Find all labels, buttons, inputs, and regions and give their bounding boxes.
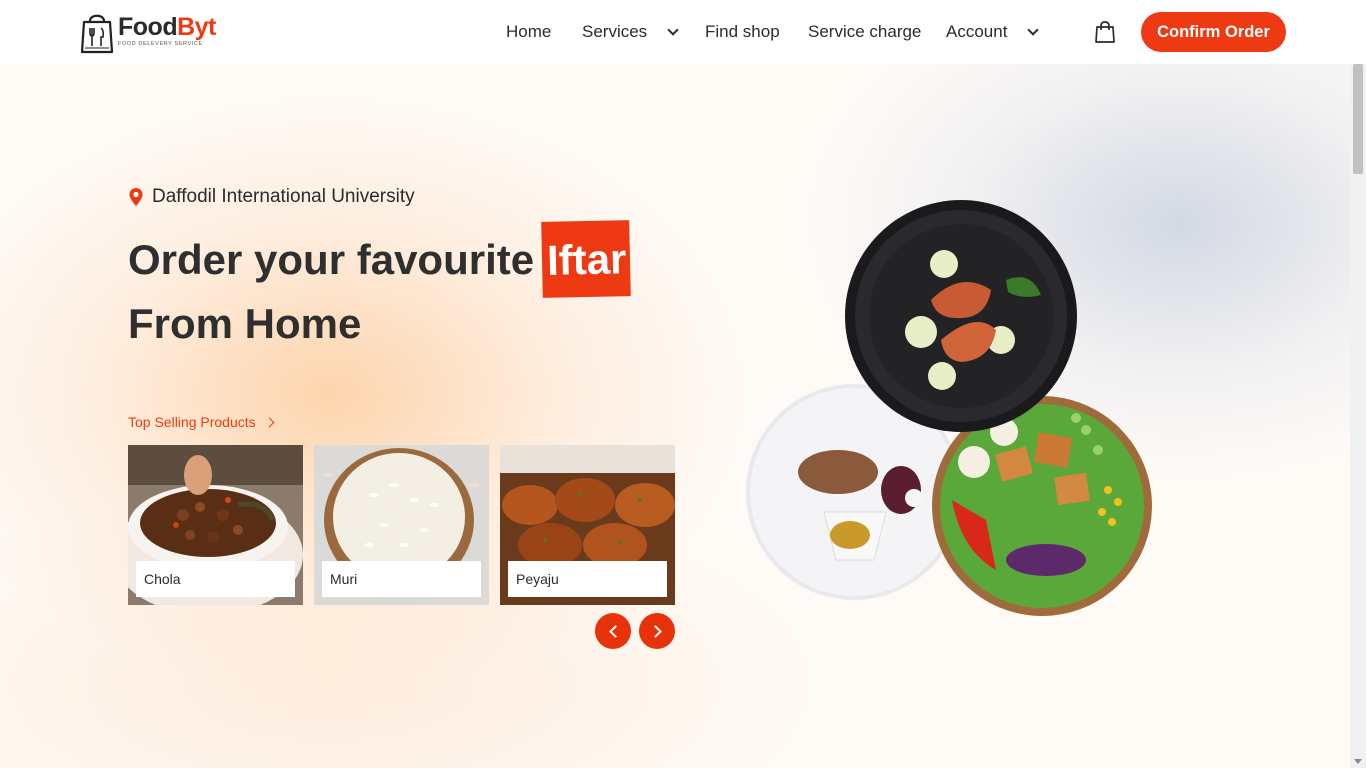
scrollbar-thumb[interactable]: [1353, 64, 1363, 174]
shopping-bag-icon[interactable]: [1094, 21, 1116, 43]
hero-headline: Order your favourite Iftar From Home: [128, 220, 632, 356]
product-card-peyaju[interactable]: Peyaju: [500, 445, 675, 605]
product-name: Peyaju: [508, 561, 667, 597]
logo-wordmark: FoodByt: [118, 12, 216, 41]
map-pin-icon: [129, 188, 143, 206]
hero-food-image: [746, 200, 1152, 616]
product-name: Muri: [322, 561, 481, 597]
chevron-down-icon: [667, 24, 679, 36]
chevron-right-icon: [648, 624, 662, 638]
nav-home[interactable]: Home: [506, 22, 551, 42]
chevron-left-icon: [608, 624, 622, 638]
chevron-right-icon: [264, 417, 275, 427]
confirm-order-button[interactable]: Confirm Order: [1141, 12, 1286, 52]
headline-line2: From Home: [128, 300, 362, 347]
product-name: Chola: [136, 561, 295, 597]
chevron-down-icon: [1027, 24, 1040, 36]
site-header: FoodByt FOOD DELEVERY SERVICE Home Servi…: [0, 0, 1366, 64]
top-selling-link[interactable]: Top Selling Products: [128, 414, 275, 430]
product-card-chola[interactable]: Chola: [128, 445, 303, 605]
location: Daffodil International University: [128, 186, 415, 208]
nav-find-shop[interactable]: Find shop: [705, 22, 780, 42]
carousel-next-button[interactable]: [639, 613, 675, 649]
carousel-prev-button[interactable]: [595, 613, 631, 649]
nav-service-charge[interactable]: Service charge: [808, 22, 921, 42]
page-scrollbar[interactable]: [1350, 64, 1366, 768]
logo-tagline: FOOD DELEVERY SERVICE: [118, 40, 203, 47]
scroll-down-arrow-icon[interactable]: [1354, 759, 1362, 764]
headline-highlight: Iftar: [541, 220, 632, 298]
nav-account[interactable]: Account: [946, 22, 1040, 42]
product-card-muri[interactable]: Muri: [314, 445, 489, 605]
logo-bag-icon: [80, 14, 114, 54]
nav-services[interactable]: Services: [582, 22, 679, 42]
brand-logo[interactable]: FoodByt FOOD DELEVERY SERVICE: [80, 10, 216, 56]
location-text: Daffodil International University: [152, 186, 415, 207]
headline-text: Order your favourite: [128, 236, 535, 283]
